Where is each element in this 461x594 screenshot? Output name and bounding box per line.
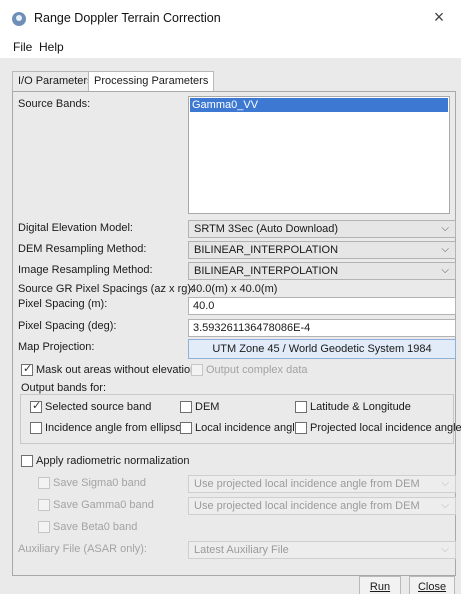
save-beta0-label: Save Beta0 band [53,521,138,533]
pixel-spacing-deg-label: Pixel Spacing (deg): [18,320,117,332]
projected-local-incidence-label: Projected local incidence angle [310,422,461,434]
chevron-down-icon: ⌵ [441,500,449,511]
menu-file[interactable]: File [13,40,32,54]
apply-radiometric-label: Apply radiometric normalization [36,455,190,467]
image-resampling-label: Image Resampling Method: [18,264,153,276]
incidence-ellipsoid-checkbox[interactable]: Incidence angle from ellipsoid [30,422,190,434]
source-bands-list[interactable]: Gamma0_VV [188,96,450,214]
dem-resampling-label: DEM Resampling Method: [18,243,147,255]
local-incidence-checkbox[interactable]: Local incidence angle [180,422,301,434]
source-bands-label: Source Bands: [18,98,91,110]
checkbox-box [38,499,50,511]
checkbox-box [295,401,307,413]
chevron-down-icon: ⌵ [441,223,449,234]
gamma0-source-value: Use projected local incidence angle from… [194,500,420,512]
selected-source-band-label: Selected source band [45,401,152,413]
run-button[interactable]: Run [359,576,401,594]
lat-long-label: Latitude & Longitude [310,401,411,413]
tab-io-parameters[interactable]: I/O Parameters [12,71,99,91]
mask-out-label: Mask out areas without elevation [36,364,197,376]
app-icon [12,12,26,26]
dem-resampling-value: BILINEAR_INTERPOLATION [194,244,339,256]
pixel-spacing-m-input[interactable]: 40.0 [188,297,456,315]
image-resampling-value: BILINEAR_INTERPOLATION [194,265,339,277]
run-button-label: Run [369,581,391,593]
dem-label: Digital Elevation Model: [18,222,133,234]
save-gamma0-checkbox[interactable]: Save Gamma0 band [38,499,154,511]
checkbox-box [180,401,192,413]
title-bar: Range Doppler Terrain Correction × [0,0,461,36]
incidence-ellipsoid-label: Incidence angle from ellipsoid [45,422,190,434]
list-item[interactable]: Gamma0_VV [190,98,448,112]
aux-file-select[interactable]: Latest Auxiliary File ⌵ [188,541,456,559]
map-projection-label: Map Projection: [18,341,95,353]
output-complex-label: Output complex data [206,364,308,376]
image-resampling-select[interactable]: BILINEAR_INTERPOLATION ⌵ [188,262,456,280]
checkbox-box [21,362,33,376]
checkbox-box [21,455,33,467]
processing-parameters-panel: Source Bands: Gamma0_VV Digital Elevatio… [12,91,461,576]
close-icon[interactable]: × [427,6,451,30]
checkbox-box [180,422,192,434]
dem-output-checkbox[interactable]: DEM [180,401,219,413]
save-sigma0-label: Save Sigma0 band [53,477,146,489]
apply-radiometric-checkbox[interactable]: Apply radiometric normalization [21,455,189,467]
pixel-spacing-m-label: Pixel Spacing (m): [18,298,108,310]
local-incidence-label: Local incidence angle [195,422,301,434]
mask-out-checkbox[interactable]: Mask out areas without elevation [21,362,197,376]
close-button[interactable]: Close [409,576,455,594]
pixel-spacing-deg-input[interactable]: 3.593261136478086E-4 [188,319,456,337]
gamma0-source-select[interactable]: Use projected local incidence angle from… [188,497,456,515]
dem-output-label: DEM [195,401,220,413]
map-projection-button[interactable]: UTM Zone 45 / World Geodetic System 1984 [188,339,456,359]
save-beta0-checkbox[interactable]: Save Beta0 band [38,521,137,533]
checkbox-box [38,477,50,489]
gr-spacing-label: Source GR Pixel Spacings (az x rg): [18,283,195,295]
chevron-down-icon: ⌵ [441,544,449,555]
checkbox-box [30,422,42,434]
save-sigma0-checkbox[interactable]: Save Sigma0 band [38,477,146,489]
checkbox-box [191,364,203,376]
checkbox-box [30,399,42,413]
tab-processing-parameters[interactable]: Processing Parameters [88,71,215,92]
checkbox-box [295,422,307,434]
selected-source-band-checkbox[interactable]: Selected source band [30,399,152,413]
dem-select-value: SRTM 3Sec (Auto Download) [194,223,339,235]
dem-select[interactable]: SRTM 3Sec (Auto Download) ⌵ [188,220,456,238]
close-button-label: Close [417,581,447,593]
chevron-down-icon: ⌵ [441,478,449,489]
output-bands-title: Output bands for: [19,382,108,394]
sigma0-source-value: Use projected local incidence angle from… [194,478,420,490]
chevron-down-icon: ⌵ [441,265,449,276]
chevron-down-icon: ⌵ [441,244,449,255]
dialog-body: I/O Parameters Processing Parameters Sou… [0,58,461,594]
checkbox-box [38,521,50,533]
menu-help[interactable]: Help [39,40,64,54]
dem-resampling-select[interactable]: BILINEAR_INTERPOLATION ⌵ [188,241,456,259]
window-title: Range Doppler Terrain Correction [34,11,221,25]
aux-file-label: Auxiliary File (ASAR only): [18,543,147,555]
projected-local-incidence-checkbox[interactable]: Projected local incidence angle [295,422,461,434]
sigma0-source-select[interactable]: Use projected local incidence angle from… [188,475,456,493]
aux-file-value: Latest Auxiliary File [194,544,289,556]
save-gamma0-label: Save Gamma0 band [53,499,154,511]
lat-long-checkbox[interactable]: Latitude & Longitude [295,401,411,413]
output-complex-checkbox[interactable]: Output complex data [191,364,308,376]
gr-spacing-value: 40.0(m) x 40.0(m) [190,283,278,295]
menu-bar: File Help [0,36,461,58]
